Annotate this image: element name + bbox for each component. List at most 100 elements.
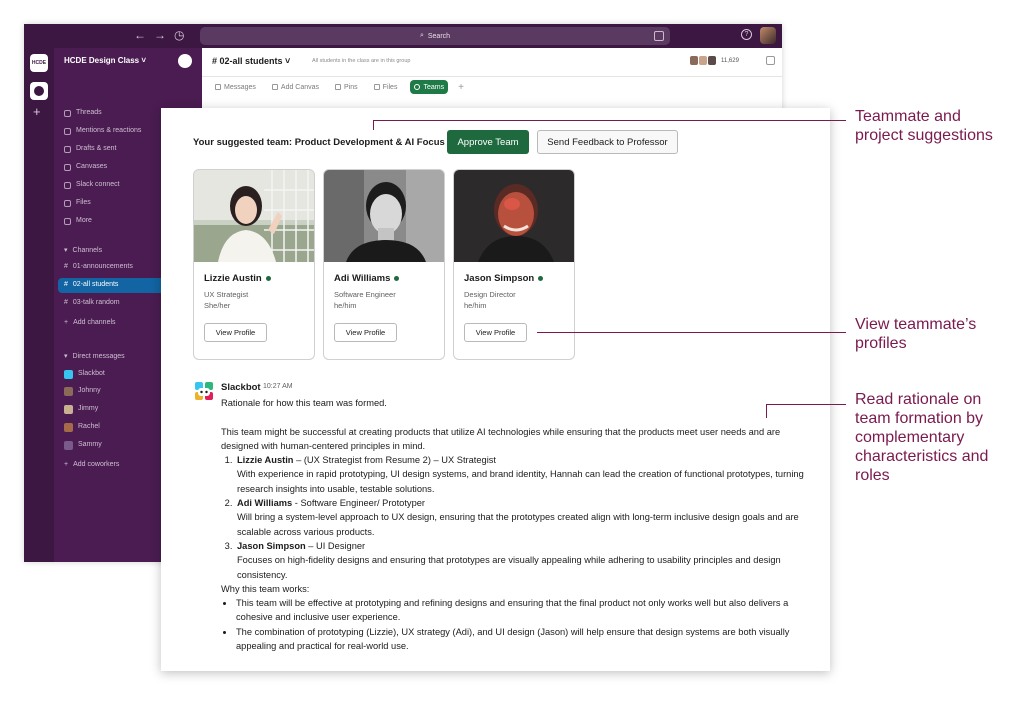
member-name: Jason Simpson (237, 540, 306, 551)
profile-role: UX Strategist (204, 290, 249, 299)
view-profile-button[interactable]: View Profile (464, 323, 527, 342)
profile-role: Design Director (464, 290, 516, 299)
search-bar[interactable]: ⌕ Search (200, 27, 670, 45)
tab-pins[interactable]: Pins (332, 80, 361, 94)
member-title: - Software Engineer/ Prototyper (292, 498, 426, 509)
callout-suggestions: Teammate and project suggestions (855, 108, 993, 144)
list-item: Lizzie Austin – (UX Strategist from Resu… (235, 453, 816, 496)
callout-line (766, 404, 767, 418)
avatar (690, 56, 698, 65)
view-profile-button[interactable]: View Profile (204, 323, 267, 342)
callout-profiles: View teammate’s profiles (855, 316, 977, 352)
list-item: This team will be effective at prototypi… (235, 596, 816, 625)
team-suggestion-card: Your suggested team: Product Development… (161, 108, 830, 671)
avatar (708, 56, 716, 65)
team-member-list: Lizzie Austin – (UX Strategist from Resu… (221, 453, 816, 582)
profile-pronouns: he/him (334, 301, 357, 310)
history-nav: ← → ◷ (134, 28, 184, 42)
secondary-workspace-icon[interactable] (30, 82, 48, 100)
profile-name: Lizzie Austin (204, 273, 271, 284)
profile-card-lizzie: Lizzie Austin UX Strategist She/her View… (193, 169, 315, 360)
connect-icon (64, 181, 71, 189)
tab-teams[interactable]: Teams (410, 80, 449, 94)
add-tab-icon[interactable]: + (458, 82, 464, 93)
message-intro: Rationale for how this team was formed. (221, 398, 387, 408)
approve-team-button[interactable]: Approve Team (447, 130, 529, 154)
channel-members[interactable]: 11,629 (690, 56, 739, 65)
member-title: – UI Designer (305, 540, 366, 551)
message-sender[interactable]: Slackbot (221, 382, 261, 393)
callout-line (373, 120, 846, 121)
member-count: 11,629 (721, 57, 739, 64)
filter-icon[interactable] (654, 31, 664, 41)
online-status-icon (265, 276, 271, 281)
tab-add-canvas[interactable]: Add Canvas (269, 80, 322, 94)
callout-line (373, 120, 374, 130)
workspace-name[interactable]: HCDE Design Class ˅ (64, 56, 146, 65)
callout-rationale: Read rationale on team formation by comp… (855, 391, 989, 484)
profile-pronouns: She/her (204, 301, 231, 310)
profile-name: Jason Simpson (464, 273, 544, 284)
history-clock-icon[interactable]: ◷ (174, 28, 184, 42)
message-summary: This team might be successful at creatin… (221, 426, 781, 451)
avatar (64, 369, 73, 379)
more-icon (64, 217, 71, 225)
message-timestamp[interactable]: 10:27 AM (263, 383, 293, 390)
avatar (64, 404, 73, 414)
profile-pronouns: he/him (464, 301, 487, 310)
profile-role: Software Engineer (334, 290, 396, 299)
compose-icon[interactable] (178, 54, 192, 68)
canvas-icon (271, 84, 278, 90)
files-icon (373, 84, 380, 90)
profile-photo (324, 170, 444, 262)
mention-icon (64, 127, 71, 135)
profile-name: Adi Williams (334, 273, 400, 284)
tab-files[interactable]: Files (371, 80, 401, 94)
avatar (64, 422, 73, 432)
view-profile-button[interactable]: View Profile (334, 323, 397, 342)
channel-description: All students in the class are in this gr… (312, 58, 411, 64)
send-feedback-button[interactable]: Send Feedback to Professor (537, 130, 678, 154)
tab-messages[interactable]: Messages (212, 80, 259, 94)
add-workspace-icon[interactable]: + (33, 104, 41, 119)
help-icon[interactable]: ? (741, 29, 752, 40)
profile-card-adi: Adi Williams Software Engineer he/him Vi… (323, 169, 445, 360)
suggested-team-label: Your suggested team: Product Development… (193, 137, 445, 148)
canvas-icon (64, 163, 71, 171)
pin-icon (335, 84, 342, 90)
divider (202, 76, 782, 77)
member-name: Lizzie Austin (237, 455, 294, 466)
files-icon (64, 199, 71, 207)
member-title: – (UX Strategist from Resume 2) – UX Str… (293, 455, 497, 466)
channel-title[interactable]: # 02-all students ˅ (212, 56, 290, 66)
avatar (64, 440, 73, 450)
list-item: Adi Williams - Software Engineer/ Protot… (235, 496, 816, 539)
slackbot-avatar-icon (193, 380, 215, 402)
member-detail: Will bring a system-level approach to UX… (237, 512, 799, 537)
why-header: Why this team works: (221, 583, 310, 594)
online-status-icon (394, 276, 400, 281)
profile-photo (194, 170, 314, 262)
workspace-rail: HCDE + (24, 48, 54, 562)
headphones-icon[interactable] (766, 56, 775, 65)
online-status-icon (538, 276, 544, 281)
search-placeholder: Search (427, 32, 451, 40)
member-name: Adi Williams (237, 498, 293, 509)
forward-arrow-icon[interactable]: → (154, 28, 166, 42)
member-detail: Focuses on high-fidelity designs and ens… (237, 555, 781, 580)
why-list: This team will be effective at prototypi… (221, 596, 816, 653)
avatar (699, 56, 707, 65)
channel-tabs: Messages Add Canvas Pins Files Teams + (212, 80, 464, 94)
user-avatar[interactable] (760, 27, 776, 44)
profile-photo (454, 170, 574, 262)
workspace-logo[interactable]: HCDE (30, 54, 48, 72)
callout-line (537, 332, 846, 333)
member-detail: With experience in rapid prototyping, UI… (237, 469, 804, 494)
teams-icon (414, 84, 421, 90)
message-icon (215, 84, 221, 90)
callout-line (766, 404, 846, 405)
avatar (64, 386, 73, 396)
back-arrow-icon[interactable]: ← (134, 28, 146, 42)
message-body: Rationale for how this team was formed. … (221, 396, 816, 653)
send-icon (64, 145, 71, 153)
